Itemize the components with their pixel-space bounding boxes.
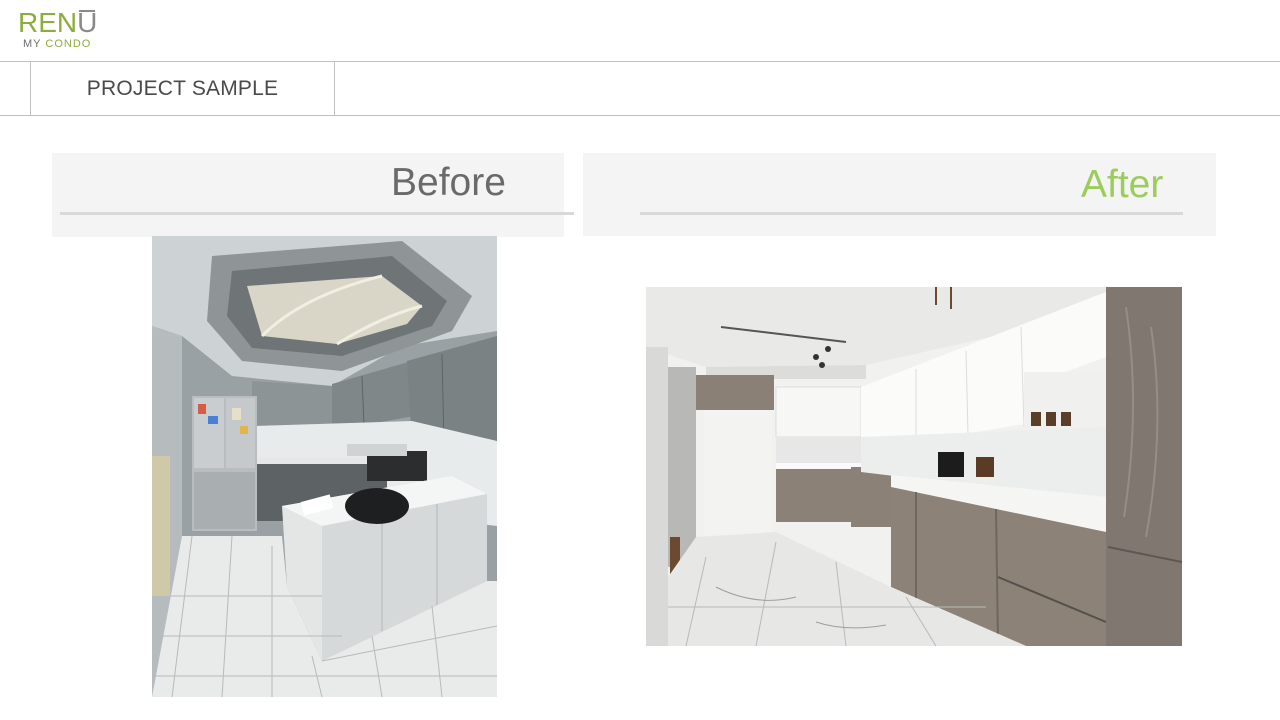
- slide: RENU MY CONDO PROJECT SAMPLE Before Afte…: [0, 0, 1280, 720]
- before-kitchen-photo: [152, 236, 497, 697]
- after-label: After: [1081, 163, 1164, 206]
- before-label-panel: Before: [52, 153, 564, 237]
- header-right-divider: [334, 62, 335, 115]
- logo-tagline: MY CONDO: [23, 38, 92, 50]
- page-title: PROJECT SAMPLE: [86, 76, 279, 100]
- logo-wordmark: RENU: [18, 7, 98, 38]
- after-label-panel: After: [583, 153, 1216, 236]
- before-kitchen-illustration: [152, 236, 497, 697]
- after-kitchen-photo: [646, 287, 1182, 646]
- before-label: Before: [391, 161, 506, 204]
- renu-my-condo-logo: RENU MY CONDO: [18, 8, 98, 56]
- header-bottom-rule: [0, 115, 1280, 116]
- before-underline: [60, 212, 574, 215]
- after-kitchen-illustration: [646, 287, 1182, 646]
- after-underline: [640, 212, 1183, 215]
